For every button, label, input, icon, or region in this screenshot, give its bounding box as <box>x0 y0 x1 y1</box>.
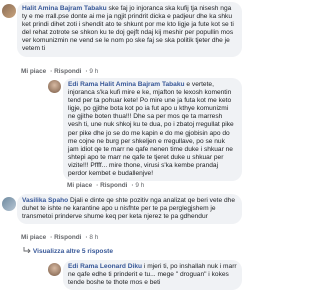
view-more-replies-link[interactable]: Visualizza altre 5 risposte <box>23 247 113 255</box>
avatar[interactable] <box>2 4 16 18</box>
reply-button[interactable]: Rispondi <box>54 234 81 241</box>
comment-bubble: Halit Amina Bajram Tabaku ske faj jo inj… <box>17 2 242 57</box>
comment-bubble: Vasilika Spaho Djali e dinte qe shte poz… <box>17 194 242 225</box>
timestamp[interactable]: 9 h <box>135 182 144 189</box>
reply-button[interactable]: Rispondi <box>100 182 127 189</box>
view-more-replies-label[interactable]: Visualizza altre 5 risposte <box>33 248 113 255</box>
like-button[interactable]: Mi piace <box>67 182 92 189</box>
reply-actions: Mi piace · Rispondi · 9 h <box>67 182 145 189</box>
reply-text: e vertete, injoranca s'ka kufi mire e ke… <box>68 81 234 178</box>
comment-actions: Mi piace · Rispondi · 9 h <box>21 68 99 75</box>
avatar[interactable] <box>48 263 61 276</box>
avatar[interactable] <box>48 80 61 93</box>
like-button[interactable]: Mi piace <box>21 68 46 75</box>
avatar[interactable] <box>2 197 16 211</box>
mention-link[interactable]: Halit Amina Bajram Tabaku <box>100 81 185 88</box>
comment-author[interactable]: Halit Amina Bajram Tabaku <box>22 5 107 12</box>
comment-actions: Mi piace · Rispondi · 8 h <box>21 234 99 241</box>
reply-author[interactable]: Edi Rama <box>68 263 98 270</box>
reply-bubble: Edi Rama Halit Amina Bajram Tabaku e ver… <box>63 78 242 182</box>
comment-text: ske faj jo injoranca ska kufij tja nises… <box>22 5 234 53</box>
timestamp[interactable]: 8 h <box>89 234 98 241</box>
reply-button[interactable]: Rispondi <box>54 68 81 75</box>
comment-author[interactable]: Vasilika Spaho <box>22 197 68 204</box>
timestamp[interactable]: 9 h <box>89 68 98 75</box>
reply-bubble: Edi Rama Leonard Diku i mjeri ti, po ins… <box>63 260 242 291</box>
reply-author[interactable]: Edi Rama <box>68 81 98 88</box>
like-button[interactable]: Mi piace <box>21 234 46 241</box>
mention-link[interactable]: Leonard Diku <box>100 263 142 270</box>
reply-arrow-icon <box>23 247 31 253</box>
